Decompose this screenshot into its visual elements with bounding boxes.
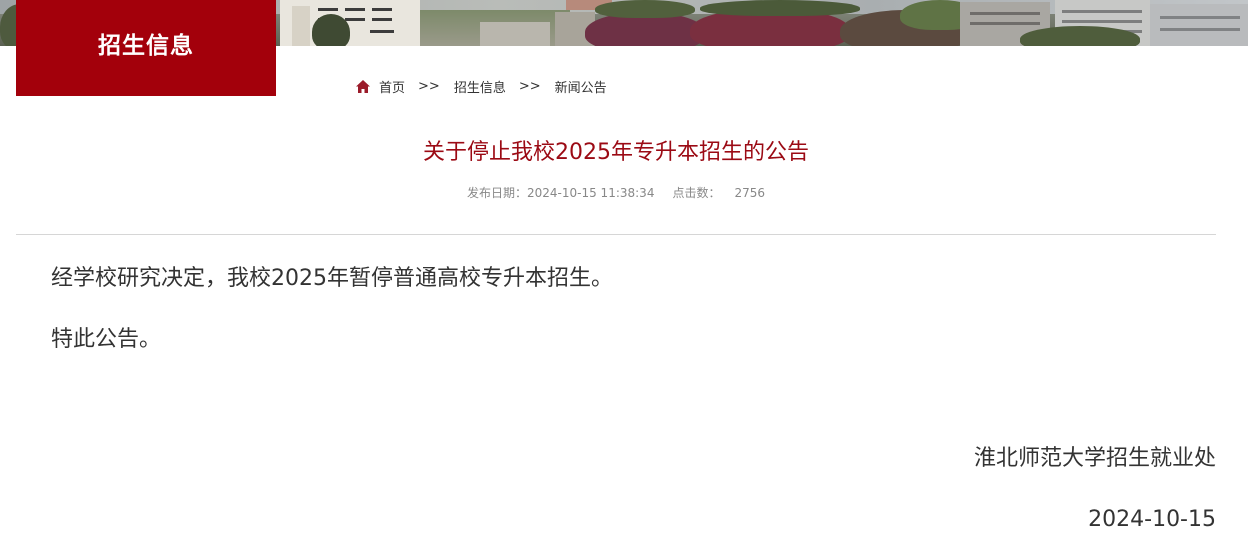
article-meta: 发布日期：2024-10-15 11:38:34 点击数： 2756 [0, 184, 1232, 202]
home-icon[interactable] [355, 79, 371, 94]
article-title: 关于停止我校2025年专升本招生的公告 [423, 140, 809, 165]
article-paragraph: 特此公告。 [51, 327, 162, 352]
publish-date: 2024-10-15 11:38:34 [527, 186, 655, 200]
click-count: 2756 [734, 186, 766, 200]
breadcrumb-admissions-link[interactable]: 招生信息 [454, 77, 506, 96]
breadcrumb-news-link[interactable]: 新闻公告 [555, 77, 607, 96]
breadcrumb-separator: >> [418, 78, 440, 94]
publish-date-label: 发布日期： [466, 186, 527, 200]
signature-org: 淮北师范大学招生就业处 [973, 446, 1216, 471]
page: 招生信息 首页 >> 招生信息 >> 新闻公告 关于停止我校2025年专升本招生… [0, 0, 1248, 550]
article-paragraph: 经学校研究决定，我校2025年暂停普通高校专升本招生。 [51, 266, 613, 291]
section-title: 招生信息 [98, 33, 194, 59]
divider [16, 234, 1216, 235]
breadcrumb-home-link[interactable]: 首页 [379, 77, 405, 96]
breadcrumb-separator: >> [518, 78, 541, 94]
section-title-block: 招生信息 [16, 0, 276, 96]
signature-date: 2024-10-15 [1088, 507, 1216, 532]
breadcrumb: 首页 >> 招生信息 >> 新闻公告 [355, 76, 607, 96]
click-count-label: 点击数： [672, 186, 721, 200]
